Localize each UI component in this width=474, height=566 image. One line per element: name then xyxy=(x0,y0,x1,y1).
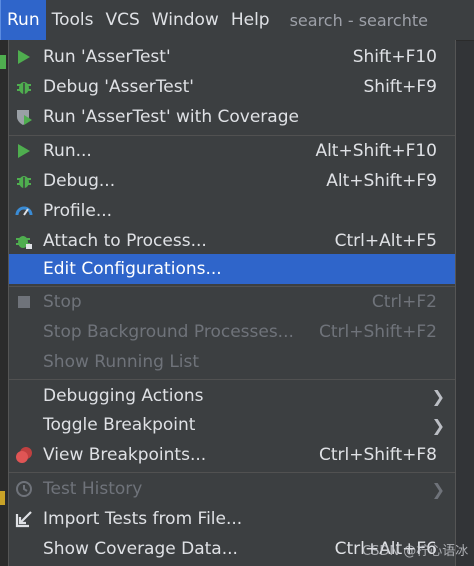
attach-icon xyxy=(15,232,33,250)
profile-icon xyxy=(15,202,33,220)
menu-help[interactable]: Help xyxy=(225,0,276,40)
submenu-arrow-icon: ❯ xyxy=(431,479,445,499)
menu-item-edit-configurations[interactable]: Edit Configurations... xyxy=(9,254,455,284)
menu-item-import-tests-from-file[interactable]: Import Tests from File... xyxy=(9,504,455,534)
menu-item-stop-background-processes[interactable]: Stop Background Processes... Ctrl+Shift+… xyxy=(9,317,455,347)
menu-item-toggle-breakpoint[interactable]: Toggle Breakpoint ❯ xyxy=(9,410,455,440)
gutter-marker xyxy=(0,491,5,505)
breakpoints-icon xyxy=(15,446,33,464)
menu-bar: Run Tools VCS Window Help search - searc… xyxy=(0,0,474,41)
menu-tools[interactable]: Tools xyxy=(46,0,100,40)
menu-separator xyxy=(9,379,455,380)
watermark: CSDN @柠心语冰 xyxy=(362,544,469,559)
menu-item-debugging-actions[interactable]: Debugging Actions ❯ xyxy=(9,381,455,411)
menu-item-run-with-coverage[interactable]: Run 'AsserTest' with Coverage xyxy=(9,102,455,132)
menu-vcs[interactable]: VCS xyxy=(100,0,146,40)
history-icon xyxy=(15,480,33,498)
import-icon xyxy=(15,510,33,528)
run-icon xyxy=(15,48,33,66)
run-menu-dropdown: Run 'AsserTest' Shift+F10 Debug 'AsserTe… xyxy=(8,40,456,566)
menu-item-debug-assertest[interactable]: Debug 'AsserTest' Shift+F9 xyxy=(9,72,455,102)
menu-item-debug-dots[interactable]: Debug... Alt+Shift+F9 xyxy=(9,166,455,196)
window-title: search - searchte xyxy=(289,10,428,30)
debug-icon xyxy=(15,78,33,96)
menu-item-profile[interactable]: Profile... xyxy=(9,196,455,226)
coverage-icon xyxy=(15,108,33,126)
gutter-run-marker xyxy=(0,55,6,69)
menu-item-attach-to-process[interactable]: Attach to Process... Ctrl+Alt+F5 xyxy=(9,226,455,256)
editor-background xyxy=(456,41,474,566)
editor-gutter xyxy=(0,41,8,566)
menu-item-test-history[interactable]: Test History ❯ xyxy=(9,474,455,504)
menu-run[interactable]: Run xyxy=(0,0,46,40)
menu-window[interactable]: Window xyxy=(146,0,225,40)
submenu-arrow-icon: ❯ xyxy=(431,415,445,435)
submenu-arrow-icon: ❯ xyxy=(431,386,445,406)
menu-item-run-assertest[interactable]: Run 'AsserTest' Shift+F10 xyxy=(9,42,455,72)
run-icon xyxy=(15,142,33,160)
stop-icon xyxy=(15,293,33,311)
menu-separator xyxy=(9,472,455,473)
menu-item-view-breakpoints[interactable]: View Breakpoints... Ctrl+Shift+F8 xyxy=(9,440,455,470)
debug-icon xyxy=(15,172,33,190)
menu-item-show-running-list[interactable]: Show Running List xyxy=(9,347,455,377)
menu-item-stop[interactable]: Stop Ctrl+F2 xyxy=(9,287,455,317)
menu-item-run-dots[interactable]: Run... Alt+Shift+F10 xyxy=(9,136,455,166)
